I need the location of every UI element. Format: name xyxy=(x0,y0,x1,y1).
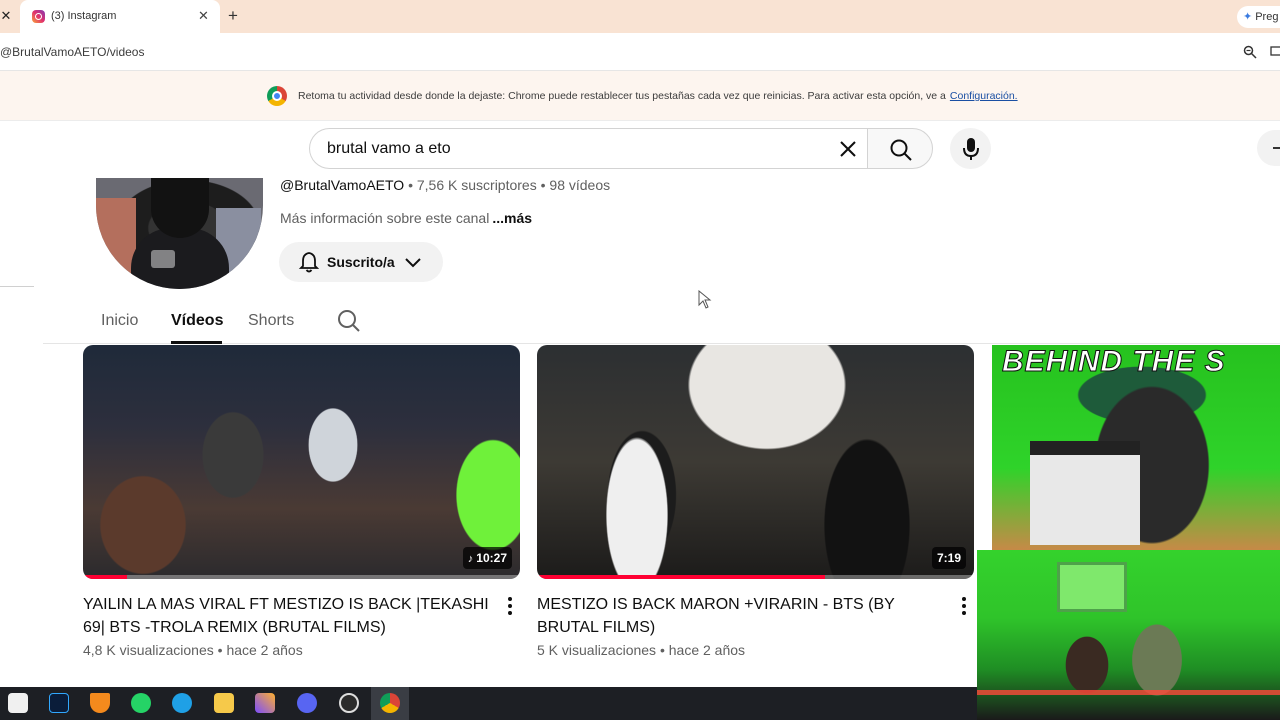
subscribed-label: Suscrito/a xyxy=(327,254,395,270)
more-vert-icon[interactable] xyxy=(507,597,513,617)
search-icon[interactable] xyxy=(337,309,361,333)
voice-search-button[interactable] xyxy=(950,128,991,169)
clapboard-graphic xyxy=(1030,441,1140,545)
zoom-icon[interactable] xyxy=(1243,45,1257,59)
vlc-icon[interactable] xyxy=(90,693,110,713)
copilot-icon[interactable] xyxy=(255,693,275,713)
microphone-icon xyxy=(963,138,979,160)
sparkle-icon: ✦ xyxy=(1243,11,1253,23)
music-note-icon: ♪ xyxy=(467,553,474,565)
video-meta: 4,8 K visualizaciones • hace 2 años xyxy=(83,642,303,658)
close-tab-icon[interactable]: ✕ xyxy=(198,8,209,24)
chevron-down-icon xyxy=(405,258,421,268)
settings-link[interactable]: Configuración. xyxy=(950,90,1018,102)
cast-icon[interactable] xyxy=(1270,45,1280,59)
chrome-icon[interactable] xyxy=(380,693,400,713)
video-thumbnail[interactable]: 7:19 xyxy=(537,345,974,579)
gemini-button[interactable]: ✦ Preg xyxy=(1237,6,1280,28)
tab-inicio[interactable]: Inicio xyxy=(101,312,138,330)
video-meta: 5 K visualizaciones • hace 2 años xyxy=(537,642,746,658)
video-thumbnail[interactable]: BEHIND THE S xyxy=(992,345,1280,550)
sidebar-divider xyxy=(0,286,34,287)
subscriber-count: 7,56 K suscriptores xyxy=(416,177,537,193)
edge-icon[interactable] xyxy=(172,693,192,713)
channel-avatar[interactable] xyxy=(96,178,263,289)
thumbnail-caption: BEHIND THE S xyxy=(1002,345,1226,379)
duration-badge: ♪ 10:27 xyxy=(462,547,512,569)
watch-progress-fill xyxy=(537,575,826,579)
whatsapp-icon[interactable] xyxy=(131,693,151,713)
channel-stats: @BrutalVamoAETO • 7,56 K suscriptores • … xyxy=(280,177,611,193)
url-text[interactable]: @BrutalVamoAETO/videos xyxy=(0,45,144,59)
bell-icon xyxy=(298,252,320,273)
watch-progress xyxy=(537,575,974,579)
channel-handle: @BrutalVamoAETO xyxy=(280,177,405,193)
browser-tab-instagram[interactable]: (3) Instagram ✕ xyxy=(20,0,220,33)
chrome-logo-icon xyxy=(267,86,287,106)
create-button[interactable] xyxy=(1257,130,1280,166)
gemini-label: Preg xyxy=(1255,11,1279,23)
search-icon xyxy=(890,139,912,161)
active-tab-indicator xyxy=(171,341,222,344)
close-tab-icon[interactable]: ✕ xyxy=(0,8,12,24)
obs-icon[interactable] xyxy=(339,693,359,713)
search-query: brutal vamo a eto xyxy=(327,140,451,157)
watch-progress xyxy=(83,575,520,579)
subscribed-button[interactable]: Suscrito/a xyxy=(279,242,443,282)
browser-tab-bar: ✕ (3) Instagram ✕ + ✦ Preg xyxy=(0,0,1280,33)
instagram-favicon-icon xyxy=(32,10,45,23)
new-tab-button[interactable]: + xyxy=(228,6,238,26)
file-explorer-icon[interactable] xyxy=(214,693,234,713)
video-thumbnail[interactable]: ♪ 10:27 xyxy=(83,345,520,579)
video-count: 98 vídeos xyxy=(549,177,611,193)
channel-description[interactable]: Más información sobre este canal ...más xyxy=(280,210,532,226)
more-link[interactable]: ...más xyxy=(492,210,532,226)
address-bar: @BrutalVamoAETO/videos xyxy=(0,33,1280,71)
more-vert-icon[interactable] xyxy=(961,597,967,617)
video-title[interactable]: YAILIN LA MAS VIRAL FT MESTIZO IS BACK |… xyxy=(83,593,493,639)
photoshop-icon[interactable] xyxy=(49,693,69,713)
app-icon[interactable] xyxy=(8,693,28,713)
clear-icon[interactable] xyxy=(838,139,858,159)
duration-badge: 7:19 xyxy=(931,547,966,569)
search-input[interactable]: brutal vamo a eto xyxy=(309,128,867,169)
tab-shorts[interactable]: Shorts xyxy=(248,312,294,330)
channel-tabs: Inicio Vídeos Shorts xyxy=(43,302,1280,344)
search-button[interactable] xyxy=(867,128,933,169)
restore-message: Retoma tu actividad desde donde la dejas… xyxy=(298,90,1018,102)
tab-title: (3) Instagram xyxy=(51,10,117,22)
watch-progress-fill xyxy=(83,575,127,579)
tab-videos[interactable]: Vídeos xyxy=(171,312,223,330)
webcam-overlay xyxy=(977,550,1280,720)
restore-infobar: Retoma tu actividad desde donde la dejas… xyxy=(0,71,1280,121)
taskbar xyxy=(0,687,977,720)
video-title[interactable]: MESTIZO IS BACK MARON +VIRARIN - BTS (BY… xyxy=(537,593,947,639)
discord-icon[interactable] xyxy=(297,693,317,713)
